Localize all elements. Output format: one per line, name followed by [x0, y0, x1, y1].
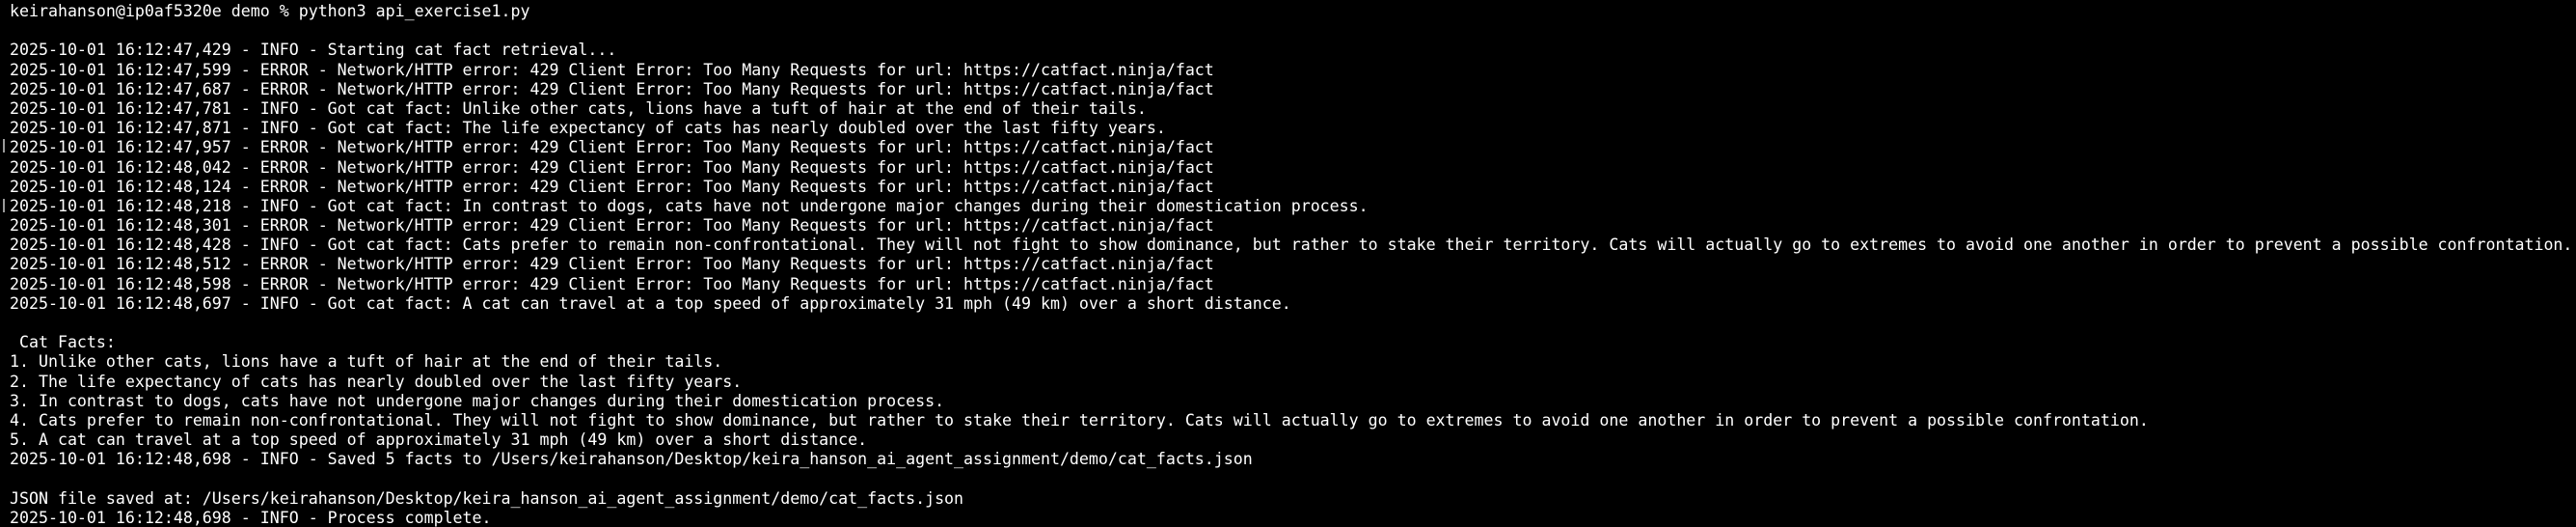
cat-fact-item: 3. In contrast to dogs, cats have not un…	[10, 391, 945, 410]
cat-fact-item: 4. Cats prefer to remain non-confrontati…	[10, 410, 2149, 430]
log-line: 2025-10-01 16:12:48,124 - ERROR - Networ…	[10, 177, 1214, 196]
cat-facts-header: Cat Facts:	[10, 333, 116, 352]
log-line: 2025-10-01 16:12:48,598 - ERROR - Networ…	[10, 274, 1214, 293]
log-line: 2025-10-01 16:12:47,599 - ERROR - Networ…	[10, 60, 1214, 79]
log-line: 2025-10-01 16:12:47,429 - INFO - Startin…	[10, 41, 617, 60]
cat-fact-item: 2. The life expectancy of cats has nearl…	[10, 372, 743, 391]
terminal-window[interactable]: keirahanson@ip0af5320e demo % python3 ap…	[0, 0, 2576, 527]
cat-fact-item: 5. A cat can travel at a top speed of ap…	[10, 430, 868, 450]
command-prompt: keirahanson@ip0af5320e demo % python3 ap…	[10, 2, 530, 20]
log-line: 2025-10-01 16:12:47,781 - INFO - Got cat…	[10, 98, 1147, 118]
json-saved-message: JSON file saved at: /Users/keirahanson/D…	[10, 488, 964, 508]
cat-fact-item: 1. Unlike other cats, lions have a tuft …	[10, 352, 723, 372]
terminal-output: keirahanson@ip0af5320e demo % python3 ap…	[10, 2, 2573, 527]
log-line: 2025-10-01 16:12:48,512 - ERROR - Networ…	[10, 255, 1214, 274]
log-line: 2025-10-01 16:12:48,428 - INFO - Got cat…	[10, 236, 2573, 255]
log-line: 2025-10-01 16:12:47,957 - ERROR - Networ…	[10, 138, 1214, 157]
process-complete-line: 2025-10-01 16:12:48,698 - INFO - Process…	[10, 508, 492, 527]
log-line: 2025-10-01 16:12:48,218 - INFO - Got cat…	[10, 196, 1369, 215]
log-line: 2025-10-01 16:12:48,042 - ERROR - Networ…	[10, 157, 1214, 177]
log-line: 2025-10-01 16:12:48,301 - ERROR - Networ…	[10, 216, 1214, 236]
log-line: 2025-10-01 16:12:47,687 - ERROR - Networ…	[10, 79, 1214, 98]
text-cursor-marker	[3, 199, 5, 212]
saved-log-line: 2025-10-01 16:12:48,698 - INFO - Saved 5…	[10, 450, 1253, 469]
log-line: 2025-10-01 16:12:47,871 - INFO - Got cat…	[10, 119, 1166, 138]
log-line: 2025-10-01 16:12:48,697 - INFO - Got cat…	[10, 293, 1291, 313]
text-cursor-marker	[3, 139, 5, 153]
